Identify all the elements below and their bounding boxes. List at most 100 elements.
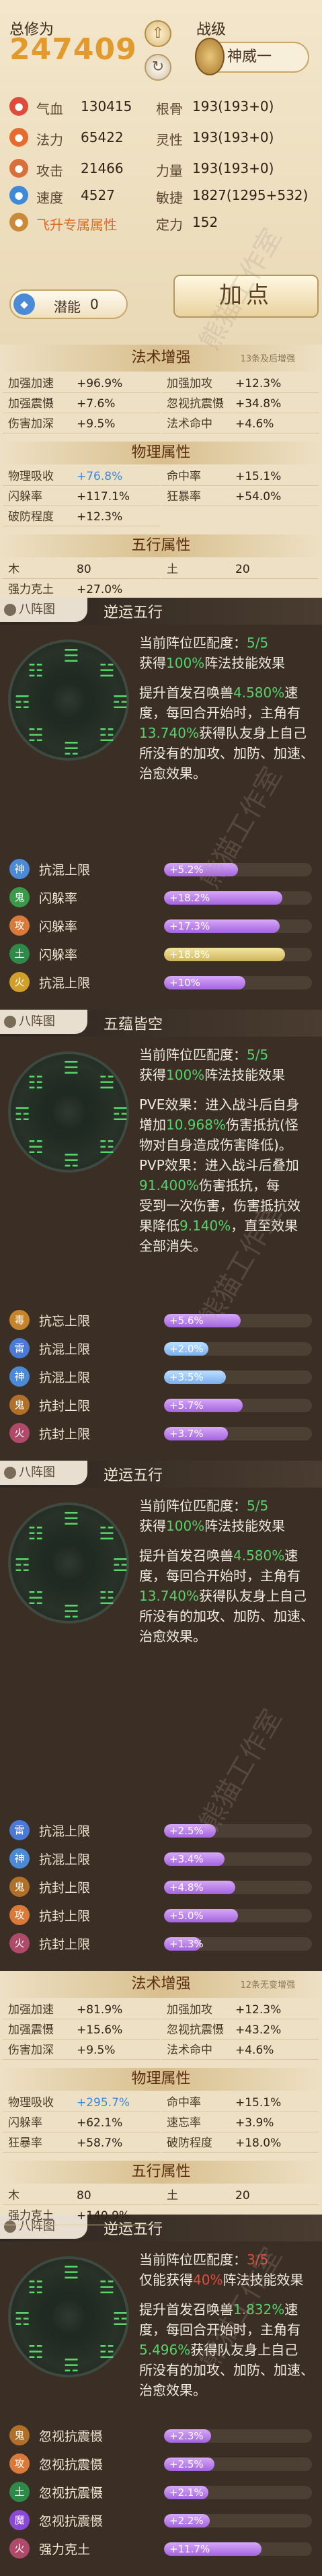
description-text: 治愈效果。 xyxy=(139,765,206,781)
slot-stat-bar: +5.2% xyxy=(164,863,312,876)
wheel-trigram: ☳ xyxy=(99,1138,115,1158)
formation-badge[interactable]: 八阵图 xyxy=(0,1010,87,1034)
stat-value: +140.9% xyxy=(77,2209,130,2223)
wheel-trigram: ☰ xyxy=(63,1509,79,1529)
table-title-text: 法术增强 xyxy=(131,349,191,366)
power-value: 247409 xyxy=(9,32,137,67)
attribute-row: ● 气血 130415 根骨 193(193+0) xyxy=(7,94,316,121)
wheel-trigram: ☱ xyxy=(99,661,115,681)
stat-name: 闪躲率 xyxy=(8,2116,42,2130)
description-text: PVP效果：进入战斗后叠加 xyxy=(139,1157,299,1173)
heart-icon: ● xyxy=(9,97,28,116)
formation-badge[interactable]: 八阵图 xyxy=(0,598,87,622)
description-line: 当前阵位匹配度：3/5 xyxy=(139,2250,319,2270)
description-line: 13.740%获得队友身上自己 xyxy=(139,1586,319,1606)
power-detail-button[interactable]: ⇧ xyxy=(145,20,171,47)
stat-name: 命中率 xyxy=(167,470,201,483)
description-text: 40% xyxy=(193,2272,223,2288)
slot-stat-value: +2.0% xyxy=(169,1343,204,1355)
stat-cell: 法术命中 +4.6% xyxy=(161,415,319,433)
description-text: 5/5 xyxy=(247,1498,269,1514)
table-title: 法术增强 12条无变增强 xyxy=(0,1971,322,1998)
description-text: 果降低 xyxy=(139,1218,179,1234)
stat-name: 法术命中 xyxy=(167,417,212,431)
description-line: 果降低9.140%，直至效果 xyxy=(139,1216,319,1236)
refresh-button[interactable]: ↻ xyxy=(145,54,171,81)
attribute-value: 152 xyxy=(192,214,218,230)
description-line: 度，每回合开始时，主角有 xyxy=(139,2320,319,2340)
slot-stat-name: 忽视抗震慑 xyxy=(39,2514,104,2529)
slot-stat-bar: +1.3% xyxy=(164,1937,312,1951)
formation-badge[interactable]: 八阵图 xyxy=(0,1461,87,1485)
wheel-core xyxy=(50,2298,87,2336)
stat-cell: 强力克土 +140.9% xyxy=(3,2206,160,2225)
description-text: 仅能获得 xyxy=(139,2272,193,2288)
description-text: 度，每回合开始时，主角有 xyxy=(139,705,300,721)
stat-value: +15.1% xyxy=(235,2096,282,2110)
stat-name: 命中率 xyxy=(167,2096,201,2110)
slot-stat-name: 抗混上限 xyxy=(39,863,91,878)
stat-name: 狂暴率 xyxy=(8,2136,42,2150)
description-text: 当前阵位匹配度： xyxy=(139,1047,247,1063)
formation-slot-row: 攻抗封上限 +5.0% xyxy=(9,1905,319,1925)
description-text: 所没有的加攻、加防、加速、 xyxy=(139,1608,314,1624)
stat-name: 破防程度 xyxy=(167,2136,212,2150)
slot-icon: 神 xyxy=(9,1366,30,1387)
wheel-trigram: ☵ xyxy=(28,1589,44,1609)
description-text: 5/5 xyxy=(247,1047,269,1063)
slot-stat-name: 闪躲率 xyxy=(39,948,78,963)
slot-stat-value: +11.7% xyxy=(169,2543,210,2555)
formation-slot-row: 神抗混上限 +3.5% xyxy=(9,1366,319,1387)
potential-box: ◆ 潜能 0 xyxy=(9,289,128,319)
flag-icon: ● xyxy=(9,213,28,232)
wheel-trigram: ☵ xyxy=(28,726,44,746)
stat-value: +9.5% xyxy=(77,417,116,431)
description-line: 仅能获得40%阵法技能效果 xyxy=(139,2270,319,2290)
description-text: 速 xyxy=(284,1547,298,1564)
attribute-name: 飞升专属属性 xyxy=(36,217,117,233)
description-text: 13.740% xyxy=(139,725,199,741)
formation-slot-row: 鬼抗封上限 +4.8% xyxy=(9,1877,319,1897)
description-text: 100% xyxy=(166,655,205,671)
description-line: PVP效果：进入战斗后叠加 xyxy=(139,1155,319,1175)
slot-stat-value: +17.3% xyxy=(169,920,210,932)
panel-header: 八阵图 逆运五行 xyxy=(0,1461,322,1488)
stat-value: +12.3% xyxy=(77,510,123,524)
slot-stat-name: 闪躲率 xyxy=(39,919,78,934)
stat-value: +117.1% xyxy=(77,490,130,503)
formation-icon xyxy=(4,1467,16,1479)
element-name: 木 xyxy=(8,2189,19,2202)
description-text: PVE效果：进入战斗后自身 xyxy=(139,1096,300,1113)
stat-name: 物理吸收 xyxy=(8,2096,54,2110)
stat-value: +15.1% xyxy=(235,470,282,483)
description-line: 增加10.968%伤害抵抗(怪 xyxy=(139,1115,319,1135)
stat-cell: 闪躲率 +117.1% xyxy=(3,487,160,506)
slot-stat-bar: +5.6% xyxy=(164,1314,312,1327)
wheel-trigram: ☰ xyxy=(63,1058,79,1078)
rank-selector[interactable]: 神威一 xyxy=(195,38,309,75)
stat-value: +4.6% xyxy=(235,417,274,431)
rank-label: 战级 xyxy=(196,22,227,38)
attribute-value: 193(193+0) xyxy=(192,129,274,145)
slot-stat-name: 忽视抗震慑 xyxy=(39,2458,104,2472)
formation-wheel: ☰ ☱ ☲ ☳ ☴ ☵ ☶ ☷ xyxy=(8,1502,129,1624)
stat-value: +58.7% xyxy=(77,2136,123,2150)
description-text: 阵法技能效果 xyxy=(223,2272,304,2288)
description-line: PVE效果：进入战斗后自身 xyxy=(139,1094,319,1115)
arrow-up-icon: ⇧ xyxy=(151,25,165,42)
add-points-button[interactable]: 加点 xyxy=(173,275,319,318)
stat-name: 强力克土 xyxy=(8,2209,54,2223)
wheel-trigram: ☴ xyxy=(63,1151,79,1171)
slot-stat-value: +4.8% xyxy=(169,1881,204,1893)
slot-stat-value: +1.3% xyxy=(169,1938,204,1950)
description-text: 4.580% xyxy=(233,1547,285,1564)
wheel-core xyxy=(50,1544,87,1582)
description-text: 100% xyxy=(166,1067,205,1083)
slot-stat-bar: +18.2% xyxy=(164,891,312,905)
stat-value: +12.3% xyxy=(235,2003,282,2017)
slot-icon: 毒 xyxy=(9,1310,30,1330)
wheel-trigram: ☴ xyxy=(63,739,79,759)
slot-icon: 攻 xyxy=(9,2453,30,2474)
description-text: 全部消失。 xyxy=(139,1238,206,1254)
rank-value: 神威一 xyxy=(227,48,272,65)
